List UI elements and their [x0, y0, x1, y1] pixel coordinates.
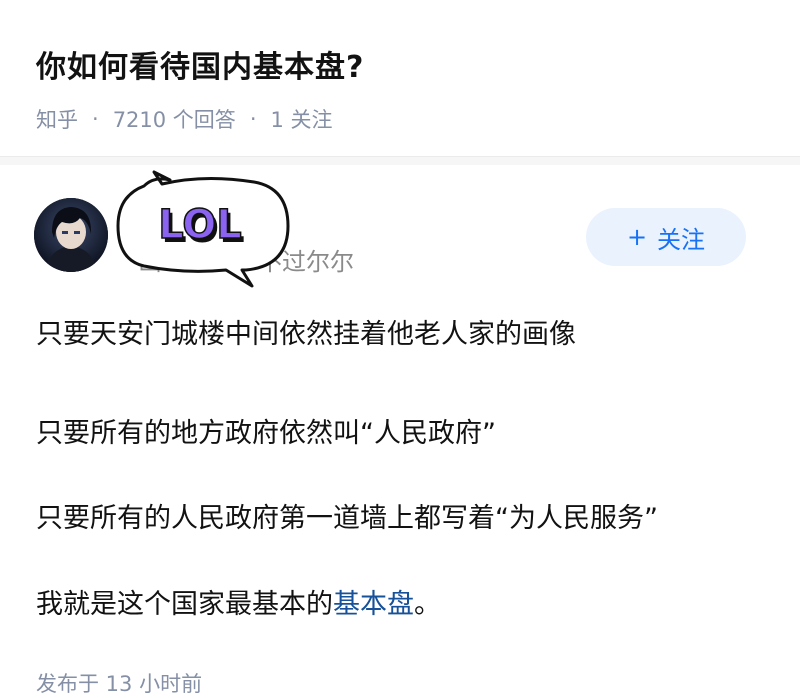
- separator-dot: ·: [249, 107, 257, 131]
- section-divider: [0, 156, 800, 165]
- paragraph-text: 。: [414, 589, 441, 620]
- separator-dot: ·: [92, 107, 99, 131]
- answer-paragraph: 只要天安门城楼中间依然挂着他老人家的画像: [36, 319, 576, 350]
- posted-time: 发布于 13 小时前: [36, 672, 203, 696]
- sticker-text: LOL: [158, 202, 242, 248]
- author-avatar[interactable]: [34, 198, 108, 272]
- question-title[interactable]: 你如何看待国内基本盘?: [36, 42, 364, 86]
- answers-count[interactable]: 7210 个回答: [113, 104, 236, 134]
- followers-count: 1 关注: [270, 108, 333, 132]
- lol-sticker: LOL LOL: [114, 170, 292, 292]
- answer-paragraph-last: 我就是这个国家最基本的基本盘。: [36, 582, 441, 621]
- speech-bubble-icon: LOL LOL: [116, 170, 290, 288]
- answer-paragraph: 只要所有的人民政府第一道墙上都写着“为人民服务”: [36, 503, 658, 534]
- source-label: 知乎: [36, 108, 78, 132]
- paragraph-text: 我就是这个国家最基本的: [36, 589, 333, 620]
- avatar-image: [34, 198, 108, 272]
- follow-label: 关注: [657, 225, 706, 254]
- question-meta: 知乎 · 7210 个回答 · 1 关注: [36, 104, 333, 134]
- follow-button[interactable]: + 关注: [586, 208, 746, 266]
- plus-icon: +: [626, 223, 648, 251]
- keyword-link[interactable]: 基本盘: [333, 589, 414, 620]
- answer-paragraph: 只要所有的地方政府依然叫“人民政府”: [36, 418, 496, 449]
